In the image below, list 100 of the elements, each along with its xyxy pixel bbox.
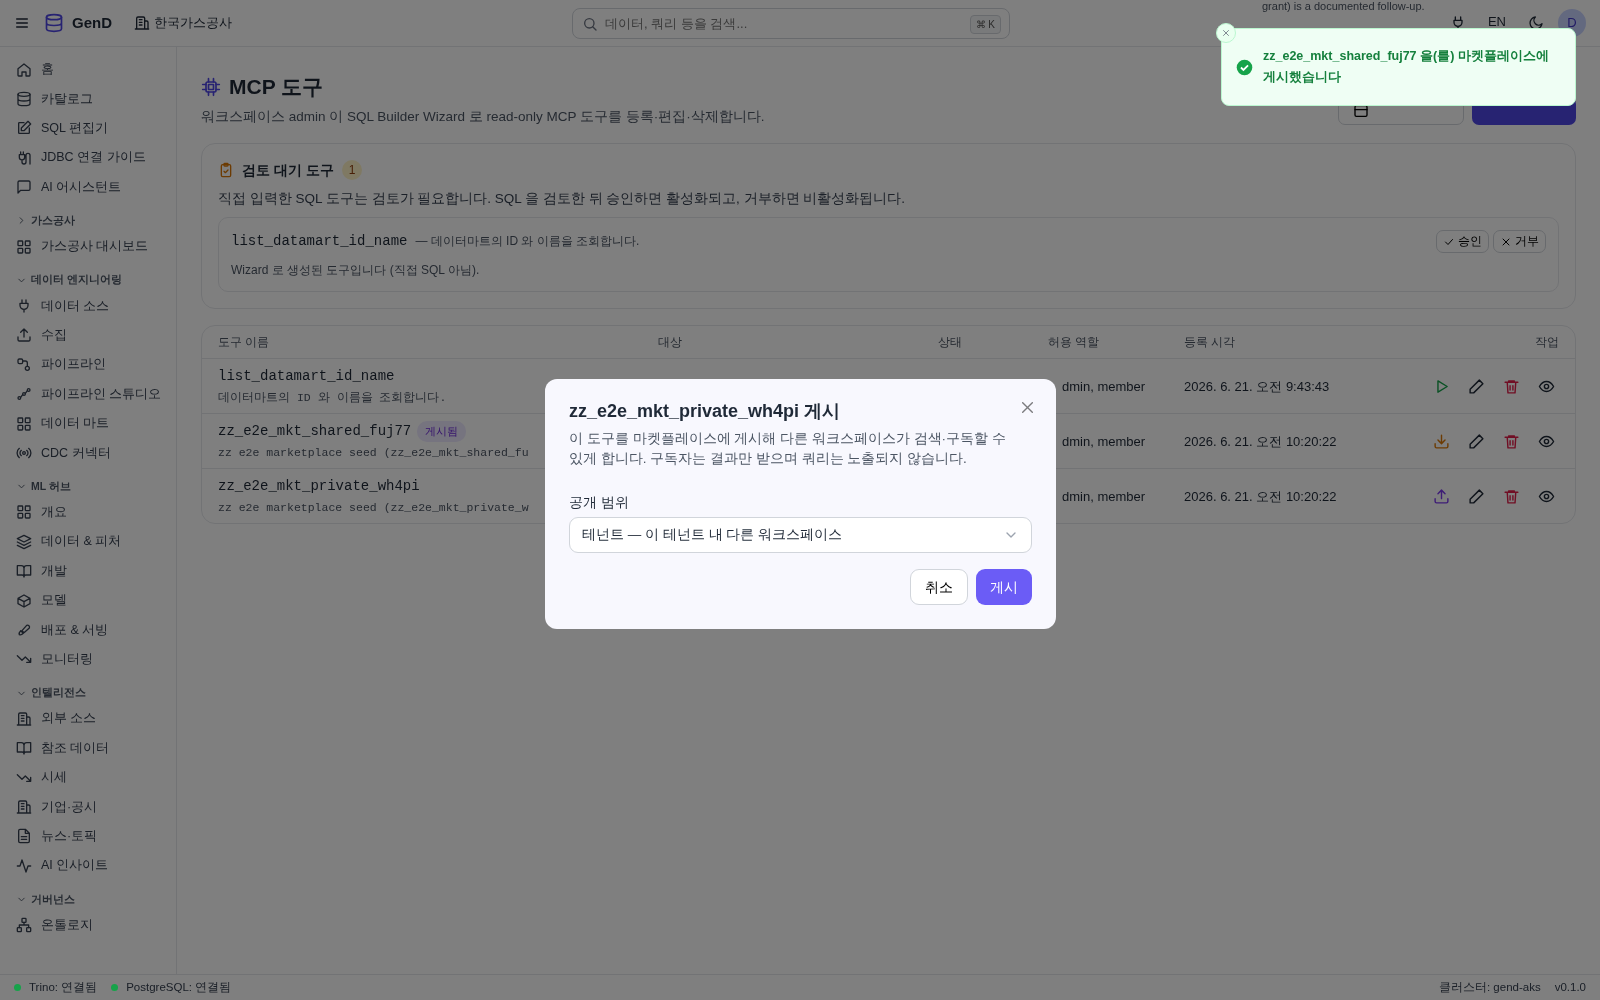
- nodes-icon: [16, 356, 32, 373]
- trash-icon[interactable]: [1503, 432, 1520, 450]
- broadcast-icon: [16, 445, 32, 461]
- dialog-description: 이 도구를 마켓플레이스에 게시해 다른 워크스페이스가 검색·구독할 수 있게 합니다. 구독자는 결과만 받으며 쿼리는 노출되지 않습니다.: [569, 429, 1007, 468]
- sidebar-item[interactable]: 외부 소스: [8, 704, 168, 734]
- sidebar-item[interactable]: 홈: [8, 55, 168, 85]
- cable-icon: [16, 149, 32, 166]
- tool-note: Wizard 로 생성된 도구입니다 (직접 SQL 아님).: [231, 262, 481, 280]
- chat-icon: [16, 179, 32, 196]
- sidebar-item[interactable]: 뉴스·토픽: [8, 821, 168, 851]
- section-header[interactable]: 데이터 엔지니어링: [8, 269, 168, 292]
- roles-cell-text: dmin, member: [1061, 377, 1147, 396]
- time-cell-text: 2026. 6. 21. 오전 10:20:22: [1184, 432, 1338, 451]
- sidebar-item[interactable]: 참조 데이터: [8, 733, 168, 763]
- pencil-icon[interactable]: [1468, 432, 1485, 450]
- sidebar-item[interactable]: 개발: [8, 556, 168, 586]
- upload-icon[interactable]: [1433, 487, 1450, 505]
- grid-icon: [16, 504, 32, 521]
- grid-icon: [16, 238, 32, 255]
- sidebar-item[interactable]: 모델: [8, 585, 168, 616]
- section-header[interactable]: 인텔리전스: [8, 682, 168, 705]
- roles-cell-text: dmin, member: [1061, 432, 1147, 451]
- connection-status: PostgreSQL: 연결됨: [126, 979, 232, 995]
- trash-icon[interactable]: [1503, 487, 1520, 505]
- sidebar-item[interactable]: 개요: [8, 497, 168, 528]
- review-description: 직접 입력한 SQL 도구는 검토가 필요합니다. SQL 을 검토한 뒤 승인하면 활성화되고, 거부하면 비활성화됩니다.: [218, 189, 907, 208]
- publish-button[interactable]: 게시: [976, 569, 1032, 606]
- sidebar-item[interactable]: 수집: [8, 320, 168, 351]
- grid-icon: [16, 415, 32, 432]
- plug-icon: [16, 298, 32, 315]
- tool-name: list_datamart_id_name: [218, 367, 395, 386]
- sidebar-item[interactable]: 시세: [8, 762, 168, 793]
- count-badge: 1: [341, 160, 363, 181]
- trash-icon[interactable]: [1503, 377, 1520, 395]
- tool-description: zz e2e marketplace seed (zz_e2e_mkt_shared_fu: [218, 445, 529, 461]
- section-header[interactable]: 거버넌스: [8, 888, 168, 911]
- sidebar-item[interactable]: SQL 편집기: [8, 113, 168, 144]
- chip-icon: [201, 76, 221, 97]
- download-icon[interactable]: [1433, 432, 1450, 450]
- search-icon: [581, 15, 598, 32]
- pencil-icon[interactable]: [1468, 377, 1485, 395]
- column-header: 허용 역할: [1048, 334, 1101, 352]
- menu-icon[interactable]: [14, 15, 30, 31]
- version-label: v0.1.0: [1554, 979, 1586, 995]
- connection-status: Trino: 연결됨: [29, 979, 98, 995]
- reject-button[interactable]: 거부: [1493, 230, 1546, 254]
- page-title: MCP 도구: [229, 74, 324, 100]
- roles-cell-text: dmin, member: [1061, 487, 1147, 506]
- sidebar-item[interactable]: 데이터 & 피처: [8, 527, 168, 557]
- connection-icon: [16, 386, 32, 403]
- building-icon: [134, 15, 150, 31]
- scope-select[interactable]: 테넌트 — 이 테넌트 내 다른 워크스페이스: [569, 517, 1032, 554]
- sidebar-item[interactable]: 데이터 소스: [8, 291, 168, 321]
- column-header: 대상: [658, 334, 683, 352]
- sidebar-item[interactable]: 기업·공시: [8, 792, 168, 822]
- sidebar-item[interactable]: 카탈로그: [8, 84, 168, 114]
- sidebar-item[interactable]: AI 어시스턴트: [8, 172, 168, 202]
- sidebar-item[interactable]: 파이프라인: [8, 350, 168, 380]
- sidebar-item[interactable]: 가스공사 대시보드: [8, 231, 168, 262]
- layers-icon: [16, 533, 32, 550]
- dialog-title: zz_e2e_mkt_private_wh4pi 게시: [569, 401, 842, 423]
- column-header: 상태: [938, 334, 963, 352]
- app-name: GenD: [72, 12, 112, 33]
- sidebar-item[interactable]: 배포 & 서빙: [8, 615, 168, 645]
- tool-description: 데이터마트의 ID 와 이름을 조회합니다.: [218, 390, 447, 406]
- edit-icon: [16, 120, 32, 137]
- document-icon: [16, 828, 32, 845]
- building-icon: [16, 710, 32, 727]
- tool-name: list_datamart_id_name: [231, 232, 408, 252]
- column-header: 작업: [1535, 334, 1559, 352]
- approve-button[interactable]: 승인: [1436, 230, 1489, 254]
- check-circle-icon: [1236, 58, 1253, 76]
- field-label: 공개 범위: [569, 494, 630, 513]
- tool-description: zz e2e marketplace seed (zz_e2e_mkt_private_w: [218, 500, 529, 516]
- sidebar-item[interactable]: 모니터링: [8, 644, 168, 675]
- time-cell-text: 2026. 6. 21. 오전 9:43:43: [1184, 377, 1331, 396]
- status-badge: 게시됨: [417, 421, 467, 442]
- building-icon: [16, 798, 32, 815]
- sidebar-item[interactable]: JDBC 연결 가이드: [8, 143, 168, 173]
- tool-summary: — 데이터마트의 ID 와 이름을 조회합니다.: [415, 233, 640, 251]
- cancel-button[interactable]: 취소: [910, 569, 968, 606]
- sidebar-item[interactable]: CDC 커넥터: [8, 438, 168, 468]
- org-name[interactable]: 한국가스공사: [154, 13, 232, 33]
- moon-icon[interactable]: [1528, 15, 1544, 31]
- pencil-icon[interactable]: [1468, 487, 1485, 505]
- language-toggle[interactable]: EN: [1479, 14, 1514, 28]
- section-header[interactable]: 가스공사: [8, 209, 168, 232]
- hierarchy-icon: [16, 917, 32, 934]
- section-header[interactable]: ML 허브: [8, 475, 168, 498]
- sidebar-item[interactable]: 데이터 마트: [8, 408, 168, 439]
- close-icon: [1221, 28, 1231, 38]
- sidebar-item[interactable]: 파이프라인 스튜디오: [8, 379, 168, 409]
- database-icon: [44, 13, 64, 33]
- sidebar-item[interactable]: 온톨로지: [8, 910, 168, 940]
- close-button[interactable]: [1216, 23, 1236, 43]
- review-title: 검토 대기 도구: [242, 160, 334, 180]
- toast-text: grant) is a documented follow-up.: [1262, 0, 1425, 14]
- sidebar-item[interactable]: AI 인사이트: [8, 851, 168, 881]
- database-icon: [16, 91, 32, 108]
- book-icon: [16, 563, 32, 580]
